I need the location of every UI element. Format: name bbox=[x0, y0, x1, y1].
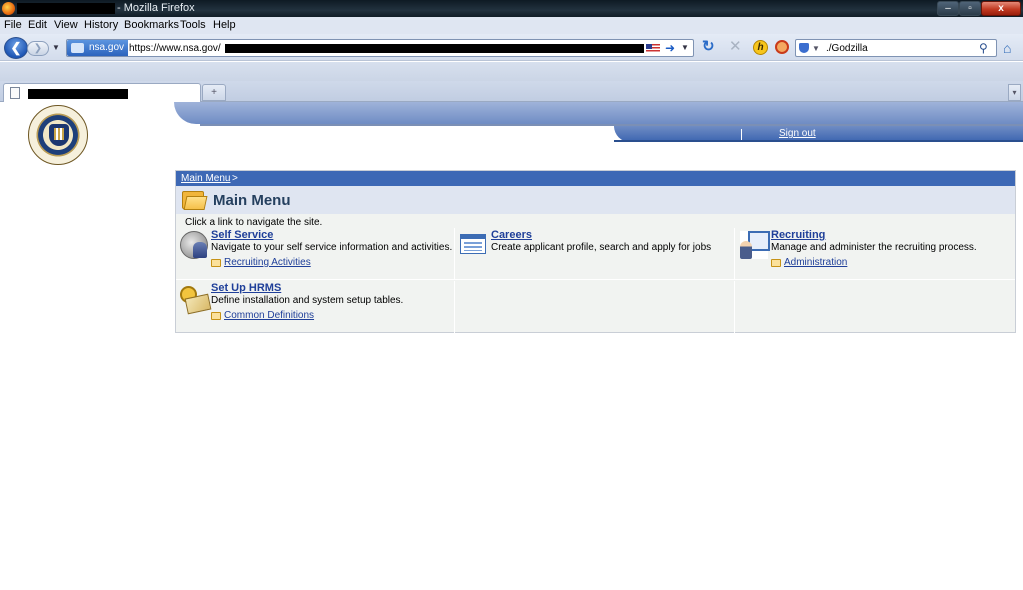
page-title: Main Menu bbox=[213, 192, 291, 209]
history-dropdown-icon[interactable]: ▼ bbox=[52, 43, 60, 52]
nsa-seal-logo bbox=[28, 105, 88, 165]
setup-hrms-description: Define installation and system setup tab… bbox=[211, 295, 404, 306]
home-icon[interactable]: ⌂ bbox=[1003, 41, 1011, 55]
main-menu-panel: Main Menu > Main Menu Click a link to na… bbox=[175, 170, 1016, 333]
menu-view[interactable]: View bbox=[54, 19, 78, 31]
url-text: https://www.nsa.gov/ bbox=[129, 43, 221, 54]
page-content: Sign out Main Menu > Main Menu Click a l… bbox=[0, 102, 1023, 590]
go-arrow-icon[interactable]: ➜ bbox=[665, 40, 675, 56]
menu-help[interactable]: Help bbox=[213, 19, 236, 31]
tab-list-button[interactable]: ▾ bbox=[1008, 84, 1021, 101]
toolbar-spacer bbox=[0, 62, 1023, 81]
url-bar[interactable]: nsa.gov https://www.nsa.gov/ ➜ ▼ bbox=[66, 39, 694, 57]
menu-cell-recruiting: Recruiting Manage and administer the rec… bbox=[736, 228, 1015, 280]
menu-cell-careers: Careers Create applicant profile, search… bbox=[456, 228, 735, 280]
menu-row: Self Service Navigate to your self servi… bbox=[176, 228, 1015, 280]
search-icon[interactable]: ⚲ bbox=[979, 40, 988, 56]
instruction-text: Click a link to navigate the site. bbox=[185, 217, 323, 228]
new-tab-button[interactable]: + bbox=[202, 84, 226, 101]
menu-cell-empty bbox=[736, 281, 1015, 333]
eagle-icon bbox=[49, 124, 69, 146]
search-box[interactable]: ▼ ./Godzilla ⚲ bbox=[795, 39, 997, 57]
menu-tools[interactable]: Tools bbox=[180, 19, 206, 31]
redacted-title bbox=[17, 3, 115, 14]
menu-bookmarks[interactable]: Bookmarks bbox=[124, 19, 179, 31]
self-service-link[interactable]: Self Service bbox=[211, 229, 273, 241]
menubar: File Edit View History Bookmarks Tools H… bbox=[0, 17, 1023, 34]
recruiting-icon bbox=[740, 231, 770, 259]
menu-row: Set Up HRMS Define installation and syst… bbox=[176, 281, 1015, 333]
search-engine-dropdown-icon[interactable]: ▼ bbox=[812, 41, 820, 56]
reload-icon[interactable]: ↻ bbox=[702, 39, 715, 55]
breadcrumb: Main Menu > bbox=[176, 171, 1015, 186]
firefox-logo-icon bbox=[2, 2, 15, 15]
tab-current[interactable] bbox=[3, 83, 201, 102]
url-dropdown-icon[interactable]: ▼ bbox=[681, 40, 689, 56]
header-band bbox=[174, 102, 1023, 124]
maximize-button[interactable]: ▫ bbox=[959, 1, 981, 16]
breadcrumb-main-menu[interactable]: Main Menu bbox=[181, 173, 230, 184]
menu-edit[interactable]: Edit bbox=[28, 19, 47, 31]
navigation-toolbar: ❮ ❯ ▼ nsa.gov https://www.nsa.gov/ ➜ ▼ ↻… bbox=[0, 34, 1023, 61]
menu-file[interactable]: File bbox=[4, 19, 22, 31]
careers-icon bbox=[460, 234, 486, 254]
window-title: - Mozilla Firefox bbox=[117, 2, 195, 14]
sign-out-link[interactable]: Sign out bbox=[779, 128, 816, 139]
recruiting-activities-link[interactable]: Recruiting Activities bbox=[224, 257, 311, 268]
careers-description: Create applicant profile, search and app… bbox=[491, 242, 712, 253]
stop-icon[interactable]: ✕ bbox=[729, 39, 742, 55]
menu-cell-setup-hrms: Set Up HRMS Define installation and syst… bbox=[176, 281, 455, 333]
self-service-icon bbox=[180, 231, 208, 259]
window-titlebar: - Mozilla Firefox – ▫ x bbox=[0, 0, 1023, 17]
header-nav-divider bbox=[614, 140, 1023, 142]
page-title-row: Main Menu bbox=[176, 186, 1015, 214]
redacted-url bbox=[225, 44, 644, 53]
folder-icon bbox=[182, 189, 208, 211]
setup-hrms-link[interactable]: Set Up HRMS bbox=[211, 282, 281, 294]
small-folder-icon bbox=[771, 259, 781, 267]
breadcrumb-separator: > bbox=[232, 173, 238, 184]
back-button[interactable]: ❮ bbox=[4, 37, 28, 59]
addon-h-icon[interactable]: h bbox=[753, 40, 768, 55]
small-folder-icon bbox=[211, 259, 221, 267]
setup-hrms-icon bbox=[180, 284, 208, 312]
site-identity-label: nsa.gov bbox=[89, 42, 125, 53]
site-identity-button[interactable]: nsa.gov bbox=[67, 40, 129, 56]
search-input[interactable]: ./Godzilla bbox=[826, 41, 868, 56]
menu-cell-self-service: Self Service Navigate to your self servi… bbox=[176, 228, 455, 280]
forward-button[interactable]: ❯ bbox=[27, 41, 49, 56]
menu-cell-empty bbox=[456, 281, 735, 333]
tab-strip: + ▾ bbox=[0, 81, 1023, 102]
site-identity-icon bbox=[71, 43, 84, 53]
careers-link[interactable]: Careers bbox=[491, 229, 532, 241]
redacted-tab-title bbox=[28, 89, 128, 99]
minimize-button[interactable]: – bbox=[937, 1, 959, 16]
nav-separator bbox=[741, 129, 742, 140]
self-service-description: Navigate to your self service informatio… bbox=[211, 242, 453, 253]
small-folder-icon bbox=[211, 312, 221, 320]
recruiting-description: Manage and administer the recruiting pro… bbox=[771, 242, 977, 253]
page-icon bbox=[10, 87, 20, 99]
us-flag-icon bbox=[646, 44, 660, 53]
common-definitions-link[interactable]: Common Definitions bbox=[224, 310, 314, 321]
recruiting-link[interactable]: Recruiting bbox=[771, 229, 825, 241]
administration-link[interactable]: Administration bbox=[784, 257, 847, 268]
menu-history[interactable]: History bbox=[84, 19, 118, 31]
adblock-icon[interactable] bbox=[775, 40, 789, 54]
close-button[interactable]: x bbox=[981, 1, 1021, 16]
search-engine-icon[interactable] bbox=[799, 43, 809, 53]
